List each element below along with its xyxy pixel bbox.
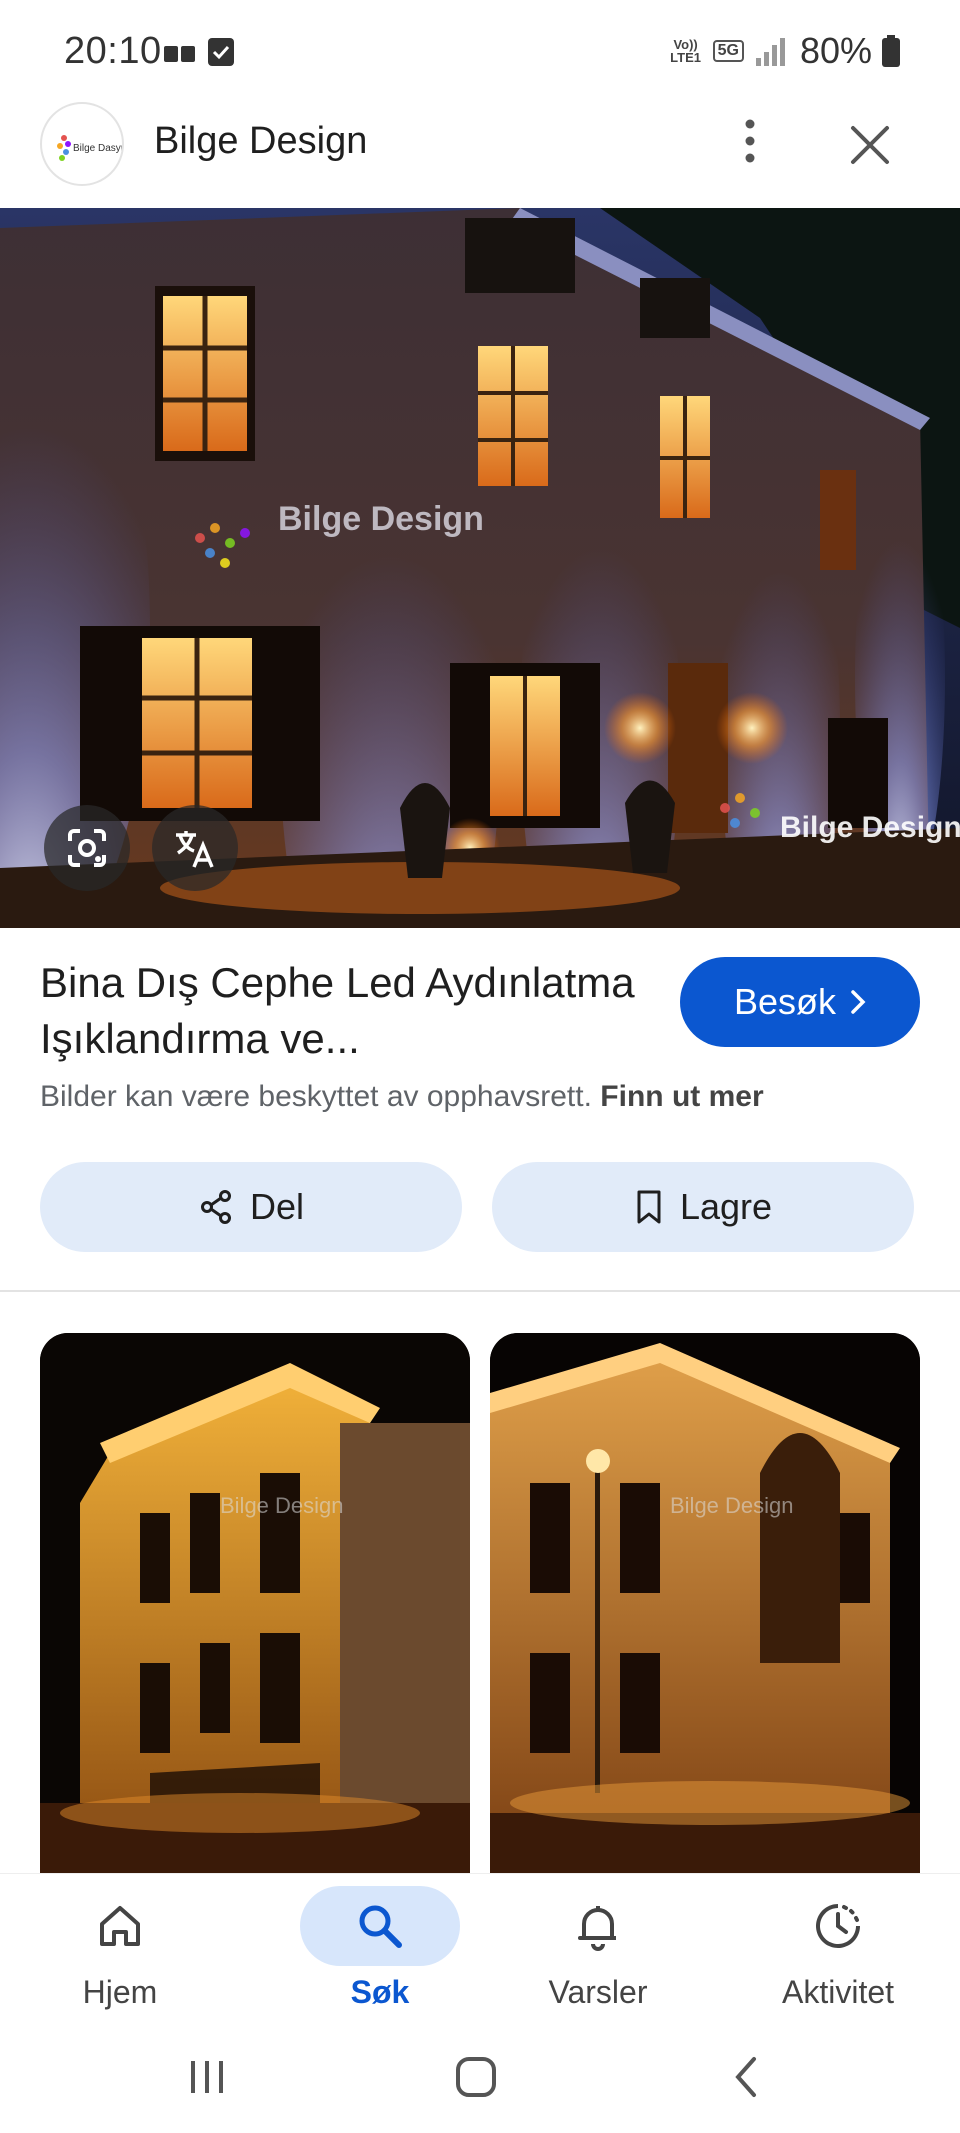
volte-indicator: Vo)) LTE1 — [669, 38, 703, 64]
related-image[interactable]: Bilge Design — [40, 1333, 470, 1873]
save-button[interactable]: Lagre — [492, 1162, 914, 1252]
status-bar: 20:10 Vo)) LTE1 5G 80% — [0, 0, 960, 105]
related-photo-2 — [490, 1333, 920, 1873]
nav-label: Søk — [350, 1974, 410, 2010]
share-button[interactable]: Del — [40, 1162, 462, 1252]
visit-label: Besøk — [733, 981, 837, 1022]
recent-apps-icon[interactable] — [185, 2055, 229, 2099]
visit-button[interactable]: Besøk — [680, 957, 920, 1047]
site-name[interactable]: Bilge Design — [154, 120, 367, 163]
related-image[interactable]: Bilge Design — [490, 1333, 920, 1873]
related-watermark: Bilge Design — [670, 1493, 794, 1518]
translate-button[interactable] — [152, 805, 238, 891]
nav-label: Varsler — [548, 1974, 648, 2010]
system-navigation-bar — [0, 2033, 960, 2133]
nav-item-notifications[interactable]: Varsler — [498, 1874, 698, 2034]
translate-icon — [176, 831, 214, 868]
google-lens-button[interactable] — [44, 805, 130, 891]
result-title[interactable]: Bina Dış Cephe Led Aydınlatma Işıklandır… — [40, 955, 650, 1067]
related-watermark: Bilge Design — [220, 1493, 344, 1518]
bookmark-icon — [637, 1190, 661, 1224]
bell-icon — [578, 1906, 616, 1951]
nav-label: Aktivitet — [781, 1974, 895, 2010]
volte-text: Vo)) LTE1 — [670, 37, 701, 65]
nav-item-home[interactable]: Hjem — [20, 1874, 220, 2034]
home-button-icon[interactable] — [454, 2055, 498, 2099]
status-time: 20:10 — [64, 30, 162, 72]
sim-icon — [164, 46, 195, 62]
chevron-right-icon — [851, 990, 866, 1014]
signal-icon — [755, 38, 785, 66]
hero-image[interactable]: Bilge Design Bilge Design — [0, 208, 960, 928]
site-logo[interactable]: Bilge Dasyn — [40, 102, 124, 186]
watermark-corner: Bilge Design — [780, 811, 960, 844]
share-label: Del — [249, 1186, 305, 1227]
section-divider — [0, 1290, 960, 1292]
nav-label: Hjem — [82, 1974, 158, 2010]
save-label: Lagre — [679, 1186, 773, 1227]
watermark-center: Bilge Design — [278, 500, 484, 538]
copyright-text: Bilder kan være beskyttet av opphavsrett… — [40, 1080, 592, 1113]
battery-icon — [882, 35, 900, 67]
search-icon — [359, 1905, 402, 1948]
viewer-header: Bilge Dasyn Bilge Design — [0, 98, 960, 208]
related-photo-1 — [40, 1333, 470, 1873]
more-vertical-icon[interactable] — [730, 116, 770, 166]
network-type: 5G — [712, 40, 744, 62]
battery-percent: 80% — [799, 30, 872, 71]
home-icon — [100, 1906, 140, 1946]
check-notification-icon — [208, 38, 234, 66]
activity-icon — [816, 1904, 860, 1948]
svg-text:Bilge Dasyn: Bilge Dasyn — [73, 143, 124, 154]
learn-more-link[interactable]: Finn ut mer — [600, 1080, 763, 1113]
status-indicators: Vo)) LTE1 5G 80% — [669, 30, 900, 72]
back-icon[interactable] — [726, 2055, 770, 2099]
copyright-notice: Bilder kan være beskyttet av opphavsrett… — [40, 1080, 764, 1114]
google-lens-icon — [68, 829, 106, 867]
close-icon[interactable] — [845, 120, 895, 170]
nav-item-activity[interactable]: Aktivitet — [738, 1874, 938, 2034]
share-icon — [200, 1190, 231, 1224]
bottom-navigation: Hjem Søk Varsler Aktivitet — [0, 1873, 960, 2033]
nav-item-search[interactable]: Søk — [260, 1874, 460, 2034]
